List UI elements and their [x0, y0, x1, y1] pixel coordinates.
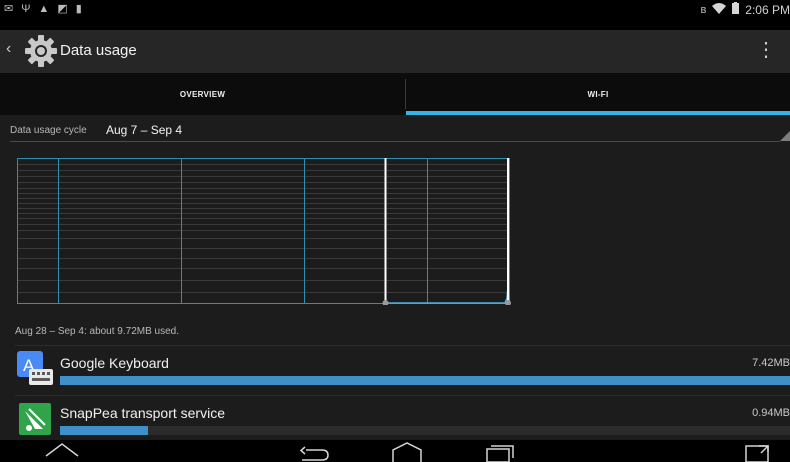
cycle-label: Data usage cycle: [10, 125, 87, 136]
navigation-bar: [0, 440, 790, 462]
up-chevron-icon[interactable]: ‹: [6, 40, 11, 58]
chart-gridlines: [18, 164, 509, 293]
usage-chart[interactable]: [17, 158, 511, 305]
bluetooth-icon: ʙ: [700, 3, 707, 16]
list-item[interactable]: A Google Keyboard 7.42MB: [0, 345, 790, 393]
status-bar: ✉ Ψ ▲ ◩ ▮ ʙ 2:06 PM: [0, 0, 790, 30]
app-name: SnapPea transport service: [60, 405, 225, 421]
notification-icons: ✉ Ψ ▲ ◩ ▮: [4, 3, 82, 15]
usb-icon: Ψ: [21, 3, 31, 15]
range-start-knob[interactable]: [382, 300, 389, 305]
list-item[interactable]: SnapPea transport service 0.94MB: [0, 395, 790, 443]
overflow-menu-icon[interactable]: ⋮: [756, 39, 776, 61]
app-name: Google Keyboard: [60, 355, 169, 371]
app-usage-bar: [60, 376, 790, 385]
google-keyboard-icon: A: [17, 351, 53, 385]
wifi-icon: [712, 2, 727, 17]
app-usage-bar: [60, 426, 790, 435]
mail-icon: ✉: [4, 3, 14, 15]
app-data-size: 0.94MB: [752, 407, 790, 419]
app-usage-fill: [60, 376, 790, 385]
collapse-chevron-icon[interactable]: [40, 440, 84, 462]
home-button[interactable]: [385, 440, 429, 462]
usage-line: [385, 285, 510, 304]
battery-icon: [732, 2, 740, 17]
fullscreen-button[interactable]: [740, 440, 784, 462]
tab-selected-indicator: [406, 111, 790, 115]
lock-icon: ▲: [38, 3, 50, 15]
snappea-icon: [19, 403, 51, 435]
recents-button[interactable]: [478, 440, 522, 462]
system-icons: ʙ 2:06 PM: [700, 2, 790, 17]
gear-icon[interactable]: [22, 32, 60, 70]
app-usage-fill: [60, 426, 148, 435]
tab-overview[interactable]: OVERVIEW: [0, 73, 405, 115]
usage-summary: Aug 28 – Sep 4: about 9.72MB used.: [15, 326, 180, 337]
dropdown-corner-icon: [780, 131, 790, 141]
image-icon: ◩: [57, 3, 68, 15]
action-bar: ‹ Data usage ⋮: [0, 30, 790, 73]
back-button[interactable]: [292, 440, 336, 462]
clock: 2:06 PM: [745, 2, 790, 17]
tab-bar: OVERVIEW WI-FI: [0, 73, 790, 115]
cycle-underline: [10, 141, 780, 142]
cycle-dropdown[interactable]: Aug 7 – Sep 4: [106, 123, 182, 137]
app-icon: ▮: [75, 3, 82, 15]
page-title: Data usage: [60, 42, 137, 59]
tab-wifi[interactable]: WI-FI: [406, 73, 790, 115]
app-data-size: 7.42MB: [752, 357, 790, 369]
data-usage-cycle-row[interactable]: Data usage cycle Aug 7 – Sep 4: [0, 118, 790, 142]
